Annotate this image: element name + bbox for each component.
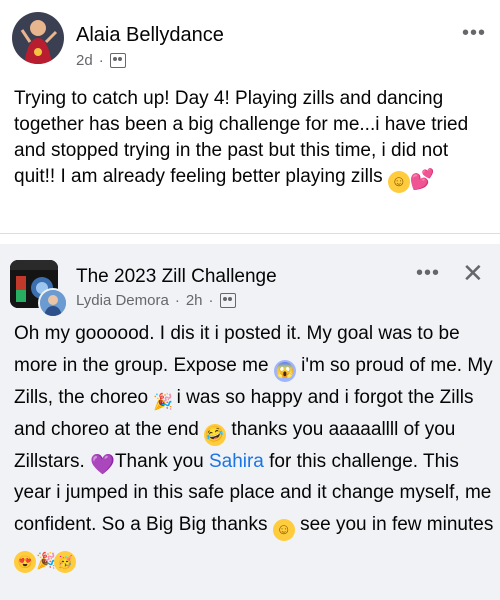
mention-link[interactable]: Sahira [209,451,264,472]
audience-groups-icon [109,53,126,68]
separator-dot: · [98,52,104,69]
audience-groups-icon [219,293,236,308]
party-popper-emoji-icon: 🎉 [36,552,56,570]
close-icon[interactable]: ✕ [462,258,484,289]
more-options-button[interactable]: ••• [462,22,486,45]
separator-dot: · [208,292,214,309]
author-avatar[interactable] [12,12,64,64]
post-card-1: Alaia Bellydance 2d · ••• Trying to catc… [0,0,500,233]
scream-emoji-icon: 😱 [273,359,296,382]
author-name[interactable]: Alaia Bellydance [76,24,224,47]
post-divider [0,233,500,244]
post-text-part: Thank you [110,450,209,472]
post-meta: 2d · [76,52,126,69]
more-options-button[interactable]: ••• [416,262,440,285]
purple-heart-emoji-icon: 💜 [90,453,115,476]
post-card-2: The 2023 Zill Challenge Lydia Demora · 2… [0,244,500,600]
smile-emoji-icon: ☺ [272,518,295,541]
separator-dot: · [174,292,180,309]
two-hearts-emoji-icon: 💕 [409,169,435,191]
party-popper-emoji-icon: 🎉 [153,393,174,411]
post-text: Trying to catch up! Day 4! Playing zills… [14,86,490,193]
heart-eyes-emoji-icon: 😍 [14,550,36,573]
post-text-part: see you in few minutes [300,513,494,535]
author-name[interactable]: Lydia Demora [76,292,169,309]
post-meta: Lydia Demora · 2h · [76,292,236,309]
party-face-emoji-icon: 🥳 [54,550,76,573]
group-name[interactable]: The 2023 Zill Challenge [76,266,277,288]
post-text: Oh my goooood. I dis it i posted it. My … [14,318,494,573]
rofl-emoji-icon: 😂 [201,420,230,449]
user-avatar[interactable] [38,288,68,318]
post-time[interactable]: 2h [186,292,203,309]
smile-emoji-icon: ☺ [387,171,410,193]
post-time[interactable]: 2d [76,52,93,69]
